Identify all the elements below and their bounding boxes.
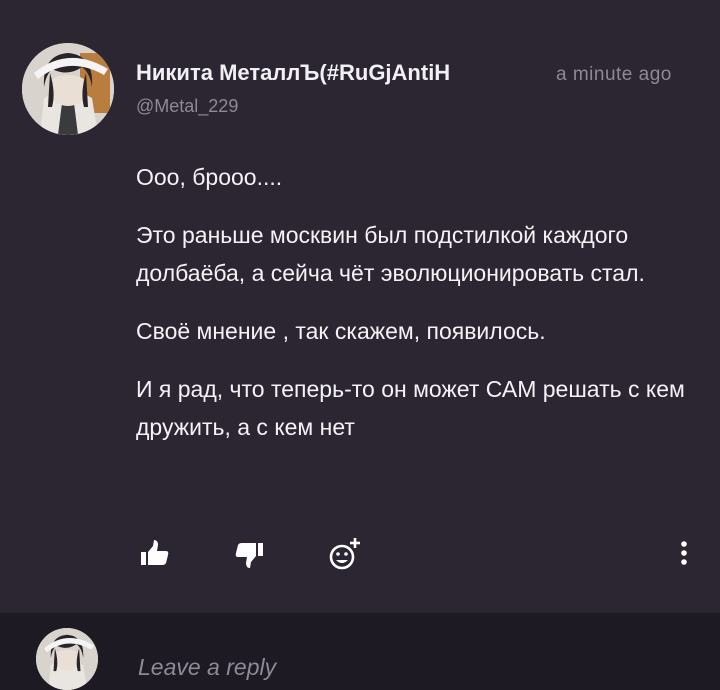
thumbs-up-icon <box>141 540 169 565</box>
more-options-button[interactable] <box>664 534 704 574</box>
thumbs-down-icon <box>235 543 263 568</box>
comment-card: Никита МеталлЪ(#RuGjAntiH a minute ago @… <box>0 0 720 613</box>
author-name[interactable]: Никита МеталлЪ(#RuGjAntiH <box>136 60 538 86</box>
like-button[interactable] <box>136 534 176 574</box>
comment-timestamp: a minute ago <box>556 64 672 85</box>
comment-actions <box>0 530 720 576</box>
comment-paragraph: Это раньше москвин был подстилкой каждог… <box>136 222 645 286</box>
reply-input[interactable] <box>136 646 680 688</box>
more-vertical-icon <box>681 541 687 565</box>
avatar-image <box>36 628 98 690</box>
comment-paragraph: И я рад, что теперь-то он может САМ реша… <box>136 376 685 440</box>
current-user-avatar <box>36 628 98 690</box>
avatar-image <box>22 43 114 135</box>
add-reaction-icon <box>329 538 360 570</box>
comment-paragraph: Своё мнение , так скажем, появилось. <box>136 318 546 344</box>
author-handle[interactable]: @Metal_229 <box>136 96 238 117</box>
dislike-button[interactable] <box>232 534 272 574</box>
author-avatar[interactable] <box>22 43 114 135</box>
add-reaction-button[interactable] <box>325 534 365 574</box>
comment-body: Ооо, брооо.... Это раньше москвин был по… <box>136 158 696 466</box>
comment-paragraph: Ооо, брооо.... <box>136 164 283 190</box>
